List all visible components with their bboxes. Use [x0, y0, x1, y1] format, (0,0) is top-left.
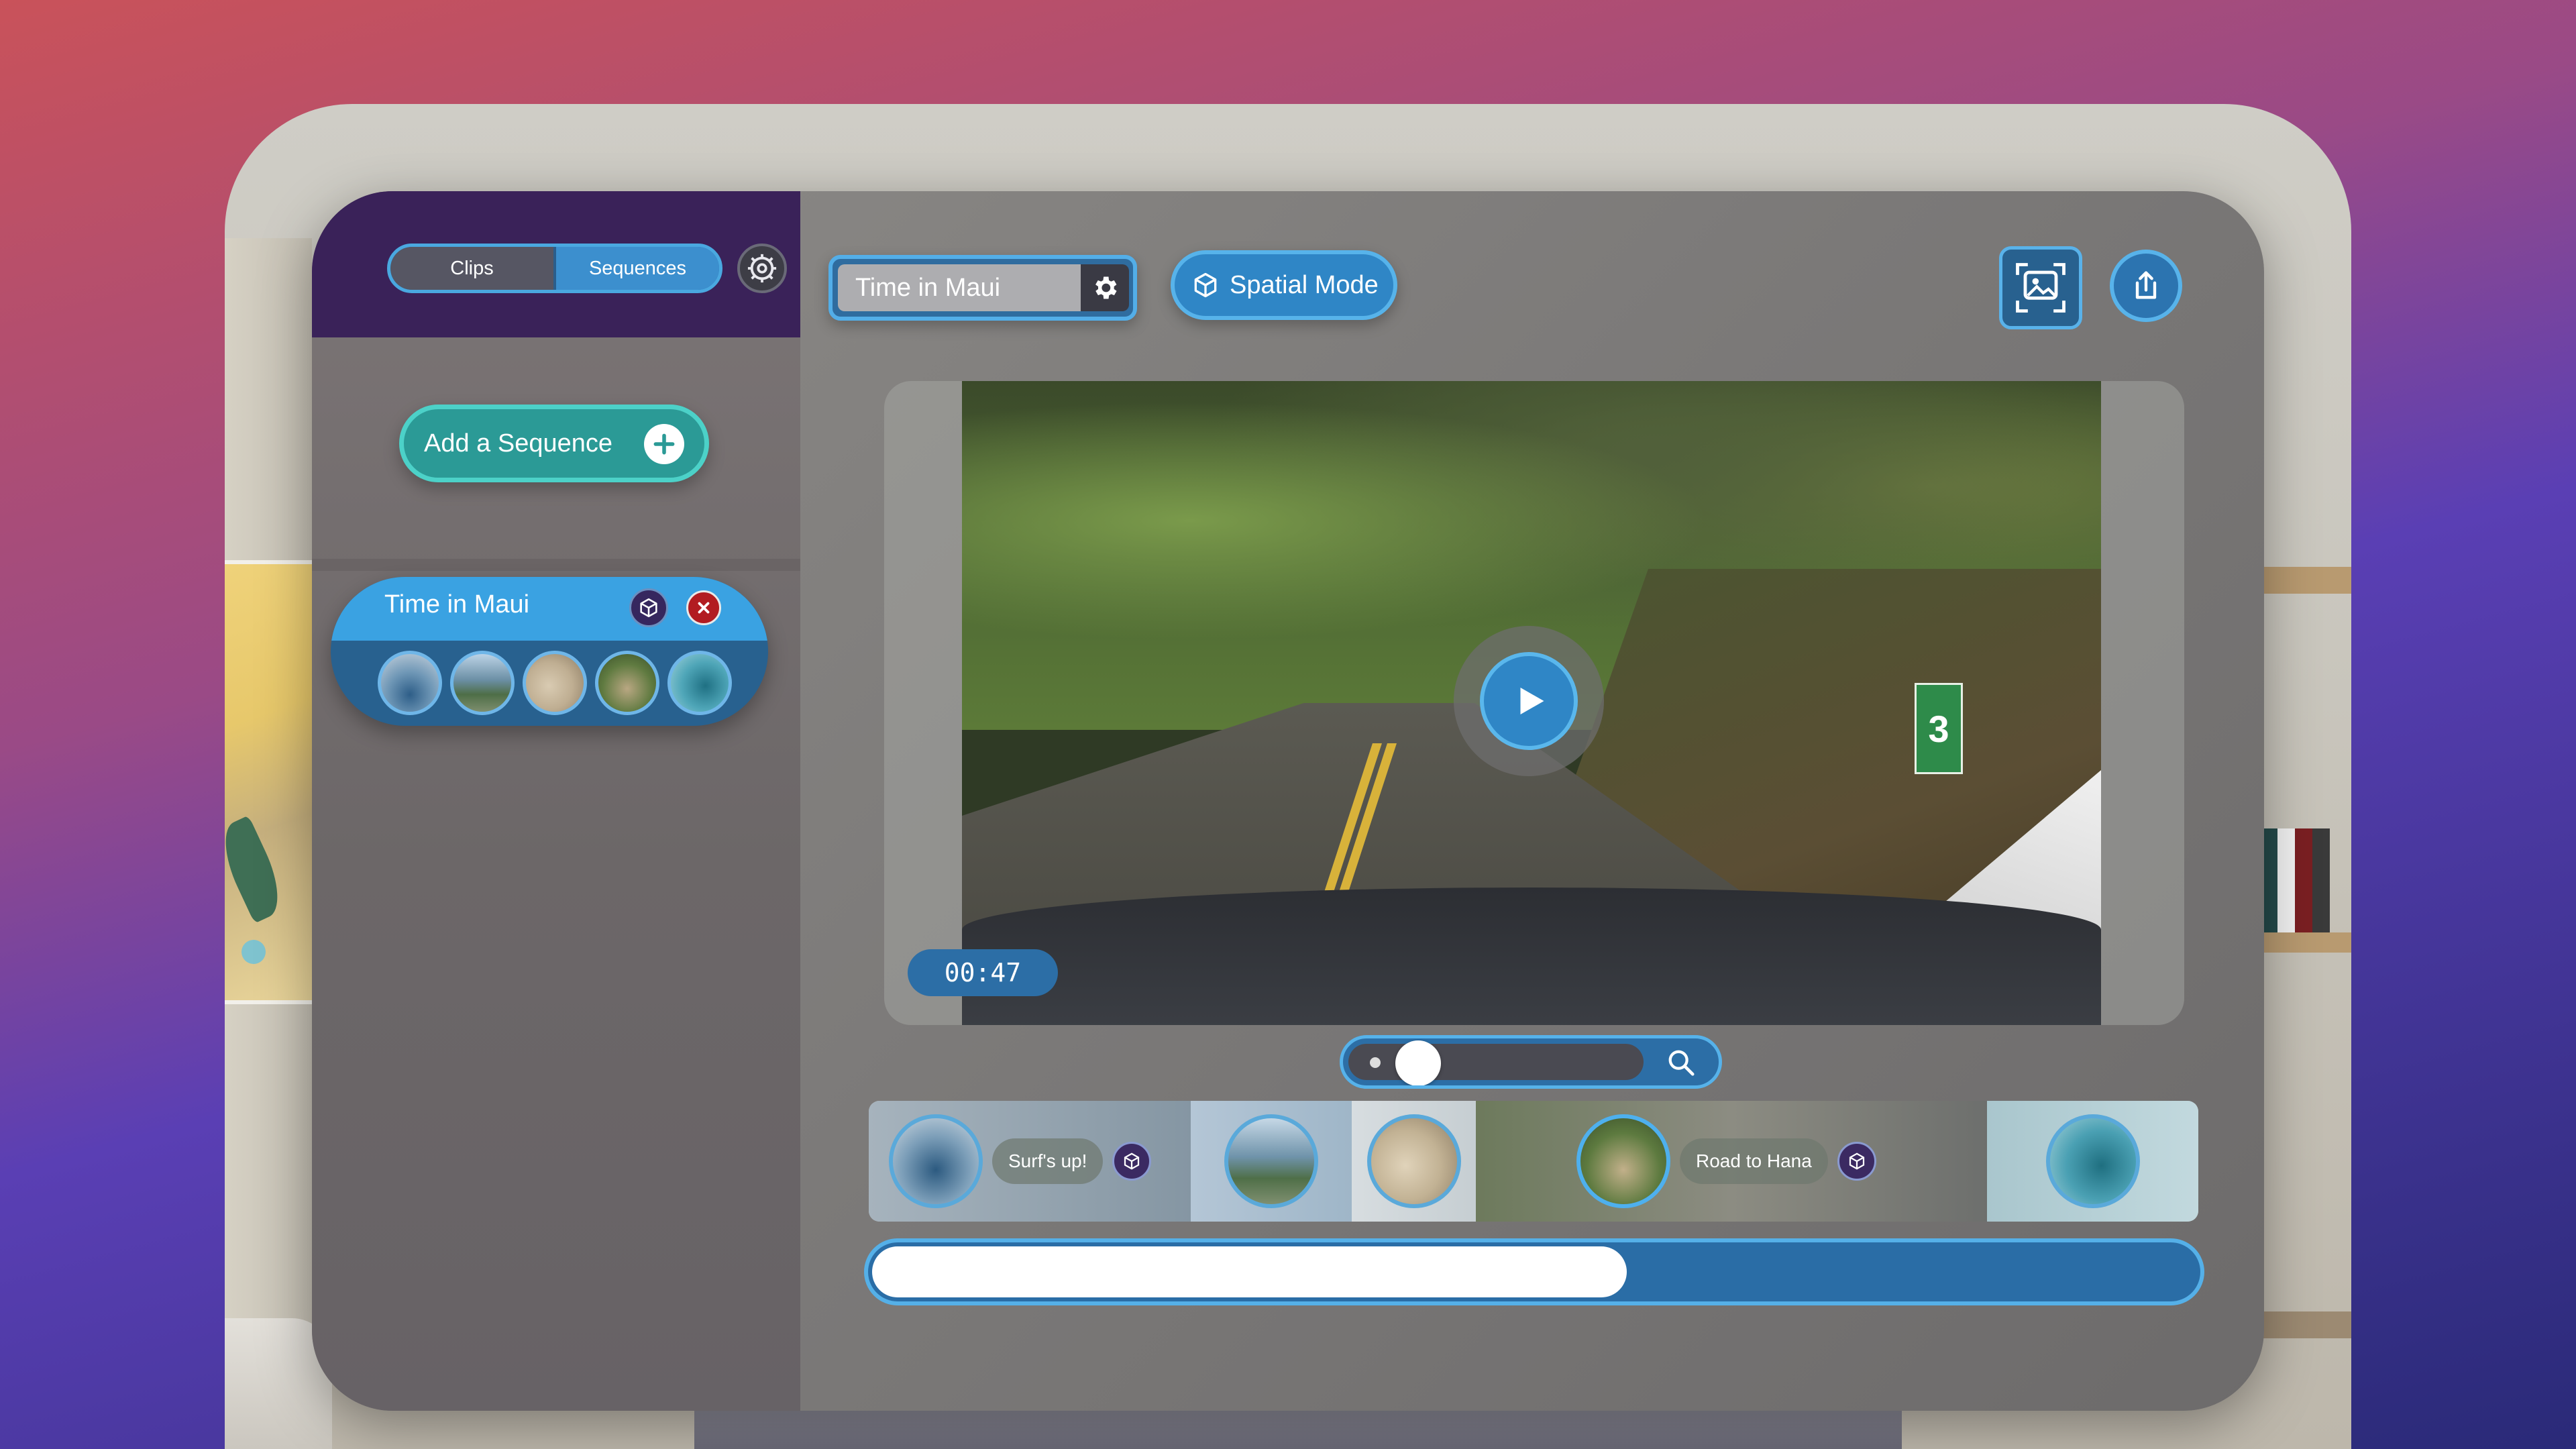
room-book: [2312, 828, 2330, 936]
share-icon: [2135, 271, 2157, 299]
plus-icon: [644, 424, 684, 464]
timeline-thumbnail: [2045, 1114, 2140, 1208]
add-sequence-label: Add a Sequence: [424, 429, 613, 458]
segment-sequences[interactable]: Sequences: [556, 247, 719, 290]
zoom-knob[interactable]: [1395, 1040, 1441, 1085]
sequence-thumbnails: [378, 651, 732, 715]
room-shelf: [2257, 932, 2351, 953]
timeline-clip[interactable]: Surf's up!: [869, 1101, 1191, 1222]
timeline-thumbnail: [1576, 1114, 1670, 1208]
timeline-thumbnail: [1224, 1114, 1318, 1208]
cube-icon: [640, 598, 657, 618]
sequence-card[interactable]: Time in Maui: [331, 577, 768, 726]
timeline-thumbnail: [889, 1114, 983, 1208]
timeline-thumbnail: [1366, 1114, 1461, 1208]
segmented-control: Clips Sequences: [387, 244, 722, 293]
sequence-progress-bar[interactable]: [864, 1238, 2204, 1305]
room-shelf: [2257, 567, 2351, 594]
cube-icon: [1194, 272, 1217, 298]
sidebar: Clips Sequences Add a Sequence Time in M…: [312, 191, 800, 1411]
title-settings-button[interactable]: [1081, 264, 1129, 311]
clip-thumbnail[interactable]: [595, 651, 659, 715]
close-icon: [698, 602, 710, 614]
sidebar-header: Clips Sequences: [312, 191, 800, 337]
timeline-spatial-badge[interactable]: [1837, 1142, 1876, 1181]
play-button[interactable]: [1454, 626, 1604, 776]
zoom-search-button[interactable]: [1661, 1044, 1701, 1081]
room-book: [2277, 828, 2295, 936]
cube-icon: [1849, 1152, 1864, 1170]
clip-thumbnail[interactable]: [667, 651, 732, 715]
play-icon: [1520, 688, 1544, 714]
timeline-clip-label: Road to Hana: [1680, 1138, 1828, 1184]
spatial-mode-label: Spatial Mode: [1230, 270, 1379, 299]
sequence-delete-button[interactable]: [686, 590, 721, 625]
gear-icon: [1095, 276, 1117, 299]
spatial-mode-button[interactable]: Spatial Mode: [1171, 250, 1397, 320]
add-sequence-button[interactable]: Add a Sequence: [399, 405, 709, 482]
zoom-slider[interactable]: [1340, 1035, 1722, 1089]
timeline-clip[interactable]: [1352, 1101, 1476, 1222]
clip-thumbnail[interactable]: [378, 651, 442, 715]
timeline-clip-label: Surf's up!: [992, 1138, 1104, 1184]
play-button-inner: [1480, 652, 1578, 750]
artwork-dot: [241, 940, 266, 964]
room-shelf: [2257, 1311, 2351, 1338]
room-book: [2295, 828, 2312, 936]
settings-button[interactable]: [737, 244, 787, 293]
timecode-badge: 00:47: [908, 949, 1058, 996]
video-dashboard: [962, 888, 2101, 1025]
clip-thumbnail[interactable]: [523, 651, 587, 715]
clip-timeline: Surf's up! Road to Hana: [869, 1101, 2198, 1222]
artwork-leaf: [225, 815, 291, 924]
sequence-title-input[interactable]: Time in Maui: [838, 264, 1081, 311]
progress-fill: [872, 1246, 1627, 1297]
sequence-spatial-button[interactable]: [629, 588, 668, 627]
recenter-spatial-button[interactable]: [1999, 246, 2082, 329]
timeline-spatial-badge[interactable]: [1112, 1142, 1152, 1181]
app-window: Clips Sequences Add a Sequence Time in M…: [312, 191, 2264, 1411]
video-mile-marker: 3: [1915, 683, 1963, 774]
segment-clips[interactable]: Clips: [390, 247, 556, 290]
search-icon: [1668, 1050, 1695, 1076]
clip-thumbnail[interactable]: [450, 651, 515, 715]
share-button[interactable]: [2110, 250, 2182, 322]
timeline-clip[interactable]: Road to Hana: [1476, 1101, 1987, 1222]
sequence-title-field[interactable]: Time in Maui: [828, 255, 1137, 321]
gear-icon: [747, 254, 777, 283]
wall-artwork: [225, 560, 316, 1004]
sequence-title: Time in Maui: [384, 590, 530, 619]
photo-icon: [2016, 263, 2065, 313]
sidebar-divider: [312, 559, 800, 571]
timeline-clip[interactable]: [1987, 1101, 2198, 1222]
zoom-track[interactable]: [1348, 1044, 1644, 1080]
cube-icon: [1124, 1152, 1140, 1170]
zoom-min-dot: [1370, 1057, 1381, 1068]
timeline-clip[interactable]: [1191, 1101, 1352, 1222]
